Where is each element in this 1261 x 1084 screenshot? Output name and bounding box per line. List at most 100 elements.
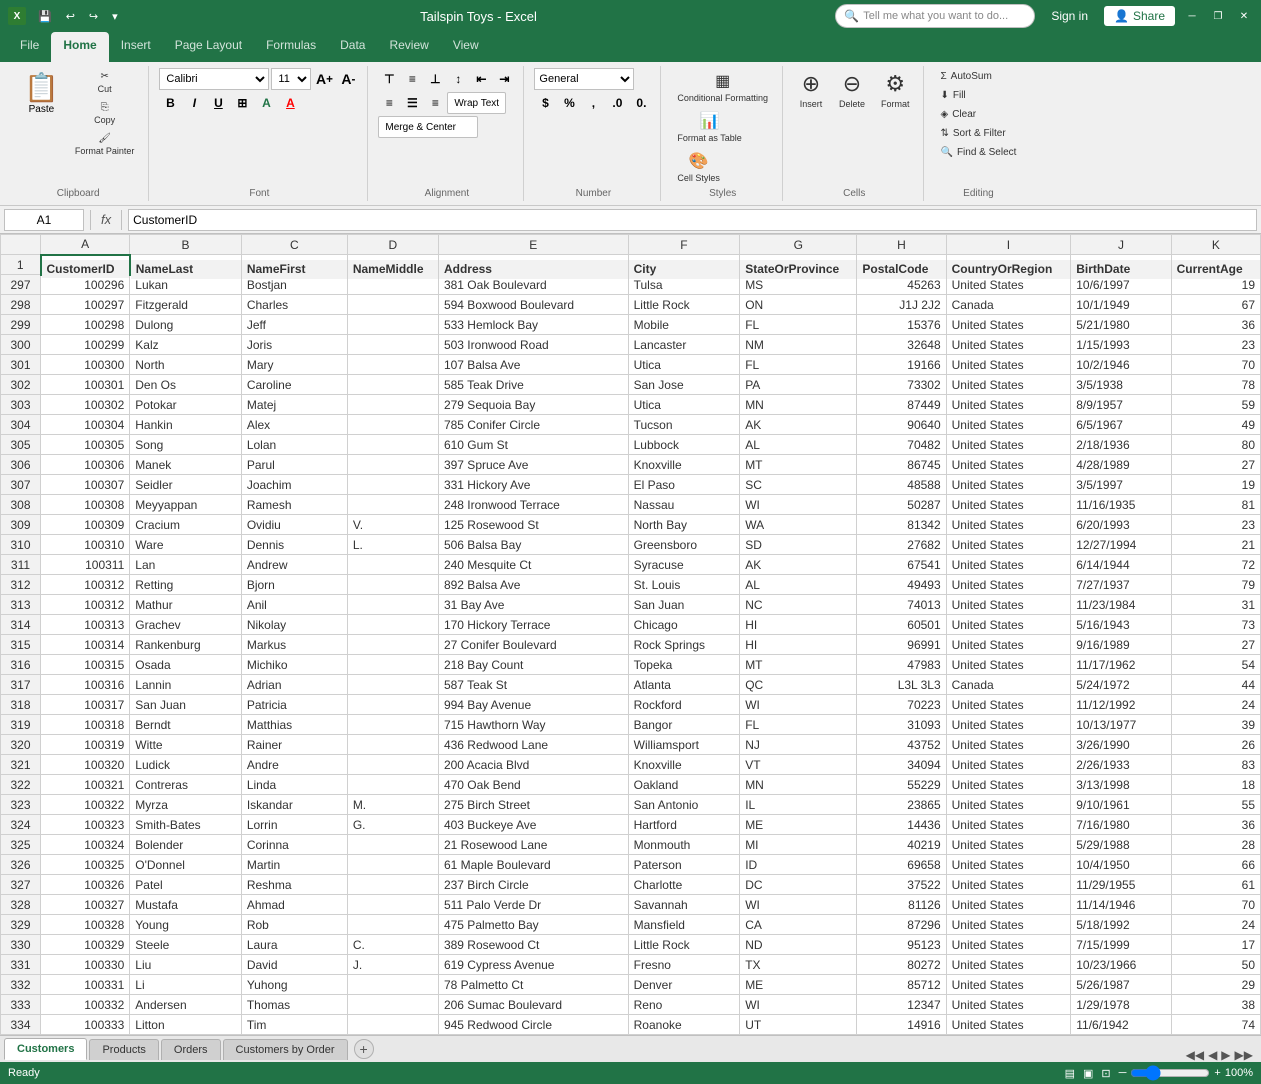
data-cell[interactable]: 610 Gum St	[438, 435, 628, 455]
data-cell[interactable]: United States	[946, 475, 1071, 495]
col-header-e[interactable]: E	[438, 235, 628, 255]
data-cell[interactable]: 19	[1171, 475, 1260, 495]
data-cell[interactable]: ND	[740, 935, 857, 955]
data-cell[interactable]: United States	[946, 715, 1071, 735]
data-cell[interactable]: 100307	[41, 475, 130, 495]
data-cell[interactable]: Osada	[130, 655, 242, 675]
data-cell[interactable]: 72	[1171, 555, 1260, 575]
data-cell[interactable]: NM	[740, 335, 857, 355]
data-cell[interactable]: Lancaster	[628, 335, 740, 355]
data-cell[interactable]: Chicago	[628, 615, 740, 635]
data-cell[interactable]: 475 Palmetto Bay	[438, 915, 628, 935]
restore-button[interactable]: ❐	[1209, 7, 1227, 25]
data-cell[interactable]: United States	[946, 575, 1071, 595]
data-cell[interactable]: 5/21/1980	[1071, 315, 1171, 335]
data-cell[interactable]: 503 Ironwood Road	[438, 335, 628, 355]
data-cell[interactable]: 11/12/1992	[1071, 695, 1171, 715]
cut-button[interactable]: ✂Cut	[69, 68, 141, 97]
data-cell[interactable]: 32648	[857, 335, 946, 355]
data-cell[interactable]: L3L 3L3	[857, 675, 946, 695]
table-row[interactable]: 306100306ManekParul397 Spruce AveKnoxvil…	[1, 455, 1261, 475]
data-cell[interactable]: Alex	[241, 415, 347, 435]
data-cell[interactable]: Nikolay	[241, 615, 347, 635]
data-cell[interactable]: CA	[740, 915, 857, 935]
data-cell[interactable]	[347, 975, 438, 995]
percent-button[interactable]: %	[558, 92, 580, 114]
data-cell[interactable]: Joachim	[241, 475, 347, 495]
column-header-cell[interactable]: PostalCode	[857, 259, 946, 279]
table-row[interactable]: 302100301Den OsCaroline585 Teak DriveSan…	[1, 375, 1261, 395]
col-header-b[interactable]: B	[130, 235, 242, 255]
data-cell[interactable]: 11/14/1946	[1071, 895, 1171, 915]
data-cell[interactable]: United States	[946, 615, 1071, 635]
data-cell[interactable]: DC	[740, 875, 857, 895]
data-cell[interactable]: 29	[1171, 975, 1260, 995]
data-cell[interactable]: 100306	[41, 455, 130, 475]
data-cell[interactable]	[347, 295, 438, 315]
data-cell[interactable]: 79	[1171, 575, 1260, 595]
data-cell[interactable]: 206 Sumac Boulevard	[438, 995, 628, 1015]
format-painter-button[interactable]: 🖌Format Painter	[69, 130, 141, 159]
data-cell[interactable]: 74	[1171, 1015, 1260, 1035]
data-cell[interactable]: 23	[1171, 515, 1260, 535]
col-header-d[interactable]: D	[347, 235, 438, 255]
data-cell[interactable]: United States	[946, 375, 1071, 395]
save-qat-button[interactable]: 💾	[34, 8, 56, 25]
table-row[interactable]: 298100297FitzgeraldCharles594 Boxwood Bo…	[1, 295, 1261, 315]
table-row[interactable]: 316100315OsadaMichiko218 Bay CountTopeka…	[1, 655, 1261, 675]
table-row[interactable]: 327100326PatelReshma237 Birch CircleChar…	[1, 875, 1261, 895]
table-row[interactable]: 1CustomerIDNameLastNameFirstNameMiddleAd…	[1, 255, 1261, 275]
data-cell[interactable]	[347, 615, 438, 635]
table-row[interactable]: 318100317San JuanPatricia994 Bay AvenueR…	[1, 695, 1261, 715]
data-cell[interactable]: Canada	[946, 675, 1071, 695]
data-cell[interactable]: 17	[1171, 935, 1260, 955]
data-cell[interactable]: United States	[946, 595, 1071, 615]
data-cell[interactable]: United States	[946, 915, 1071, 935]
data-cell[interactable]: Tim	[241, 1015, 347, 1035]
column-header-cell[interactable]: NameLast	[130, 259, 242, 279]
data-cell[interactable]: 87296	[857, 915, 946, 935]
data-cell[interactable]: ON	[740, 295, 857, 315]
data-cell[interactable]: 100314	[41, 635, 130, 655]
data-cell[interactable]: Potokar	[130, 395, 242, 415]
data-cell[interactable]: 78 Palmetto Ct	[438, 975, 628, 995]
data-cell[interactable]: Myrza	[130, 795, 242, 815]
data-cell[interactable]: IL	[740, 795, 857, 815]
data-cell[interactable]: 78	[1171, 375, 1260, 395]
data-cell[interactable]: 27	[1171, 635, 1260, 655]
data-cell[interactable]: Canada	[946, 295, 1071, 315]
data-cell[interactable]: WI	[740, 695, 857, 715]
border-button[interactable]: ⊞	[231, 92, 253, 114]
data-cell[interactable]: 47983	[857, 655, 946, 675]
data-cell[interactable]: Monmouth	[628, 835, 740, 855]
data-cell[interactable]: 40219	[857, 835, 946, 855]
data-cell[interactable]: 59	[1171, 395, 1260, 415]
data-cell[interactable]: 87449	[857, 395, 946, 415]
comma-button[interactable]: ,	[582, 92, 604, 114]
tab-view[interactable]: View	[441, 32, 491, 62]
align-center-button[interactable]: ☰	[401, 92, 423, 114]
data-cell[interactable]: Tucson	[628, 415, 740, 435]
data-cell[interactable]: Lubbock	[628, 435, 740, 455]
data-cell[interactable]: FL	[740, 315, 857, 335]
data-cell[interactable]: 7/27/1937	[1071, 575, 1171, 595]
data-cell[interactable]: Thomas	[241, 995, 347, 1015]
data-cell[interactable]: Joris	[241, 335, 347, 355]
data-cell[interactable]: 81342	[857, 515, 946, 535]
data-cell[interactable]: United States	[946, 435, 1071, 455]
data-cell[interactable]: 81126	[857, 895, 946, 915]
data-cell[interactable]: 61 Maple Boulevard	[438, 855, 628, 875]
data-cell[interactable]	[347, 415, 438, 435]
table-row[interactable]: 313100312MathurAnil31 Bay AveSan JuanNC7…	[1, 595, 1261, 615]
data-cell[interactable]: 21	[1171, 535, 1260, 555]
data-cell[interactable]: WI	[740, 995, 857, 1015]
data-cell[interactable]: Topeka	[628, 655, 740, 675]
data-cell[interactable]	[347, 1015, 438, 1035]
data-cell[interactable]: 36	[1171, 315, 1260, 335]
data-cell[interactable]: United States	[946, 655, 1071, 675]
data-cell[interactable]	[347, 495, 438, 515]
data-cell[interactable]	[347, 855, 438, 875]
data-cell[interactable]: El Paso	[628, 475, 740, 495]
table-row[interactable]: 312100312RettingBjorn892 Balsa AveSt. Lo…	[1, 575, 1261, 595]
data-cell[interactable]: San Juan	[130, 695, 242, 715]
